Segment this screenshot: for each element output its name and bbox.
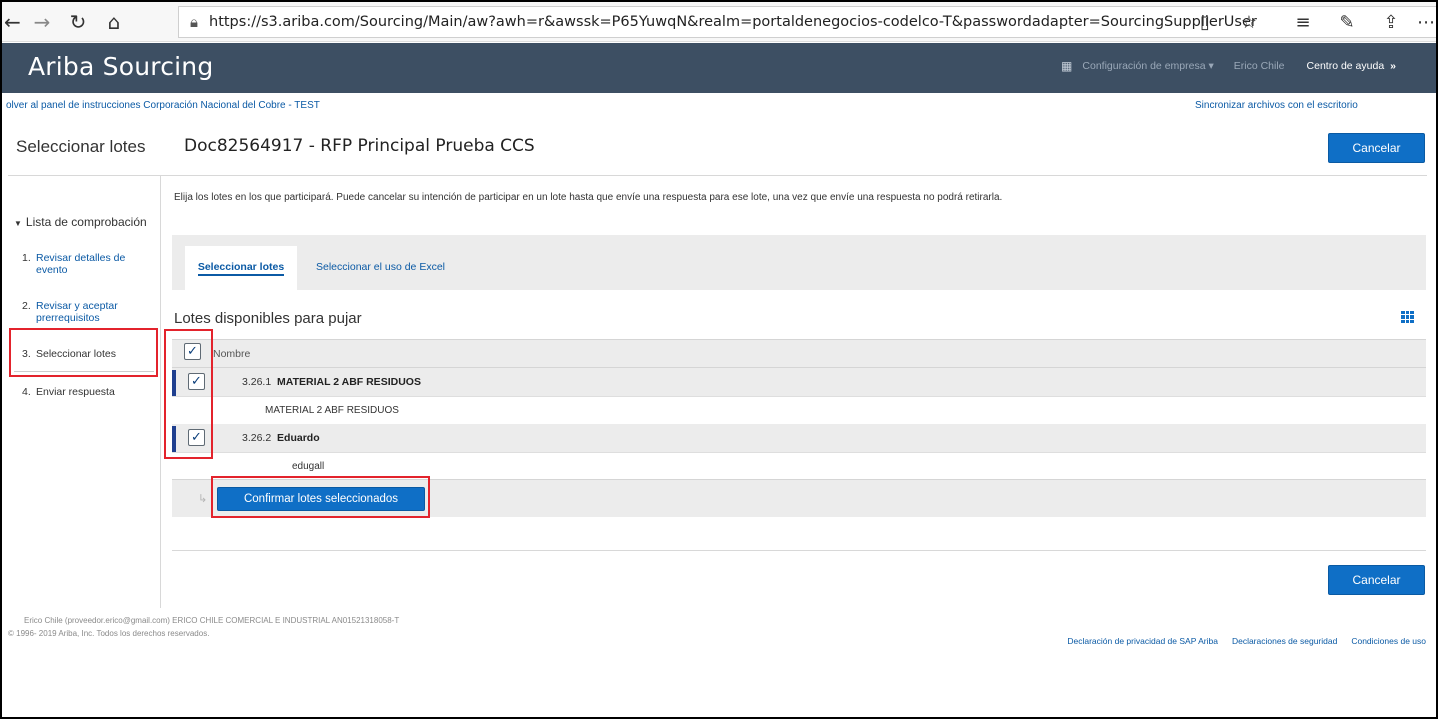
chevron-right-icon: » — [1390, 60, 1396, 72]
lot-description: MATERIAL 2 ABF RESIDUOS — [265, 405, 399, 416]
highlight-box-checkboxes — [164, 329, 213, 459]
home-icon[interactable]: ⌂ — [96, 2, 132, 42]
step-label: Enviar respuesta — [36, 386, 115, 398]
browser-actions: ▯ ☆ ≡ ✎ ⇪ ⋯ — [1183, 7, 1436, 37]
cancel-button-top[interactable]: Cancelar — [1328, 133, 1425, 163]
column-header-name[interactable]: Nombre — [213, 348, 250, 360]
highlight-box-confirm — [211, 476, 430, 518]
cancel-button-bottom[interactable]: Cancelar — [1328, 565, 1425, 595]
address-bar[interactable]: 🔒︎ https://s3.ariba.com/Sourcing/Main/aw… — [178, 6, 1436, 38]
favorite-star-icon[interactable]: ☆ — [1227, 12, 1271, 33]
sidebar-divider — [160, 176, 161, 608]
favorites-list-icon[interactable]: ≡ — [1281, 12, 1325, 33]
screenshot-frame: ← → ↻ ⌂ 🔒︎ https://s3.ariba.com/Sourcing… — [0, 0, 1438, 719]
page-title: Seleccionar lotes — [16, 137, 146, 156]
footer-user-info: Erico Chile (proveedor.erico@gmail.com) … — [24, 616, 400, 625]
lot-name: MATERIAL 2 ABF RESIDUOS — [277, 376, 421, 388]
security-link[interactable]: Declaraciones de seguridad — [1232, 636, 1337, 646]
highlight-box-step3 — [9, 328, 158, 377]
help-label: Centro de ayuda — [1306, 60, 1385, 72]
lot-name: Eduardo — [277, 432, 320, 444]
triangle-down-icon: ▼ — [14, 219, 22, 228]
header-menu: ▦ Configuración de empresa ▾ Erico Chile… — [1061, 59, 1396, 73]
divider — [8, 175, 1427, 176]
step-label[interactable]: Revisar detalles de evento — [36, 252, 156, 276]
privacy-link[interactable]: Declaración de privacidad de SAP Ariba — [1067, 636, 1218, 646]
tab-label: Seleccionar lotes — [197, 261, 285, 276]
step-number: 2. — [22, 300, 31, 312]
tab-select-excel[interactable]: Seleccionar el uso de Excel — [316, 261, 445, 273]
table-options-icon[interactable] — [1401, 311, 1414, 323]
refresh-icon[interactable]: ↻ — [60, 2, 96, 42]
terms-link[interactable]: Condiciones de uso — [1351, 636, 1426, 646]
app-header: Ariba Sourcing ▦ Configuración de empres… — [2, 43, 1436, 93]
checklist-heading[interactable]: ▼ Lista de comprobación — [14, 215, 147, 229]
lot-title: 3.26.1 MATERIAL 2 ABF RESIDUOS — [242, 376, 421, 388]
lock-icon: 🔒︎ — [190, 13, 198, 31]
lot-title: 3.26.2 Eduardo — [242, 432, 320, 444]
reading-view-icon[interactable]: ▯ — [1183, 12, 1227, 33]
pen-icon[interactable]: ✎ — [1325, 12, 1369, 33]
company-config-menu[interactable]: Configuración de empresa ▾ — [1082, 60, 1213, 72]
lot-number: 3.26.1 — [242, 376, 272, 388]
tab-select-lots[interactable]: Seleccionar lotes — [185, 246, 297, 291]
forward-icon[interactable]: → — [24, 2, 60, 42]
step-label[interactable]: Revisar y aceptar prerrequisitos — [36, 300, 156, 324]
table-row — [172, 424, 1426, 453]
user-menu[interactable]: Erico Chile — [1234, 60, 1285, 72]
lot-description: edugall — [292, 461, 325, 472]
url-text[interactable]: https://s3.ariba.com/Sourcing/Main/aw?aw… — [209, 14, 1257, 30]
apps-grid-icon[interactable]: ▦ — [1061, 59, 1072, 73]
browser-toolbar: ← → ↻ ⌂ 🔒︎ https://s3.ariba.com/Sourcing… — [2, 2, 1436, 42]
brand-title[interactable]: Ariba Sourcing — [28, 52, 213, 81]
back-icon[interactable]: ← — [2, 2, 24, 42]
help-center-link[interactable]: Centro de ayuda » — [1307, 60, 1396, 72]
table-header: Nombre — [172, 339, 1426, 368]
footer-links: Declaración de privacidad de SAP Ariba D… — [1053, 636, 1426, 646]
back-to-dashboard-link[interactable]: olver al panel de instrucciones Corporac… — [6, 100, 320, 111]
divider — [172, 550, 1426, 551]
instructions-text: Elija los lotes en los que participará. … — [174, 192, 1003, 203]
document-title: Doc82564917 - RFP Principal Prueba CCS — [184, 136, 535, 156]
share-icon[interactable]: ⇪ — [1369, 12, 1413, 33]
step-number: 4. — [22, 386, 31, 398]
footer-copyright: © 1996- 2019 Ariba, Inc. Todos los derec… — [8, 629, 210, 638]
step-number: 1. — [22, 252, 31, 264]
sync-desktop-link[interactable]: Sincronizar archivos con el escritorio — [1195, 100, 1358, 111]
lot-number: 3.26.2 — [242, 432, 272, 444]
lots-section-title: Lotes disponibles para pujar — [174, 310, 362, 327]
indent-arrow-icon: ↳ — [198, 492, 208, 505]
checklist-heading-label: Lista de comprobación — [25, 215, 147, 229]
more-icon[interactable]: ⋯ — [1413, 12, 1436, 33]
